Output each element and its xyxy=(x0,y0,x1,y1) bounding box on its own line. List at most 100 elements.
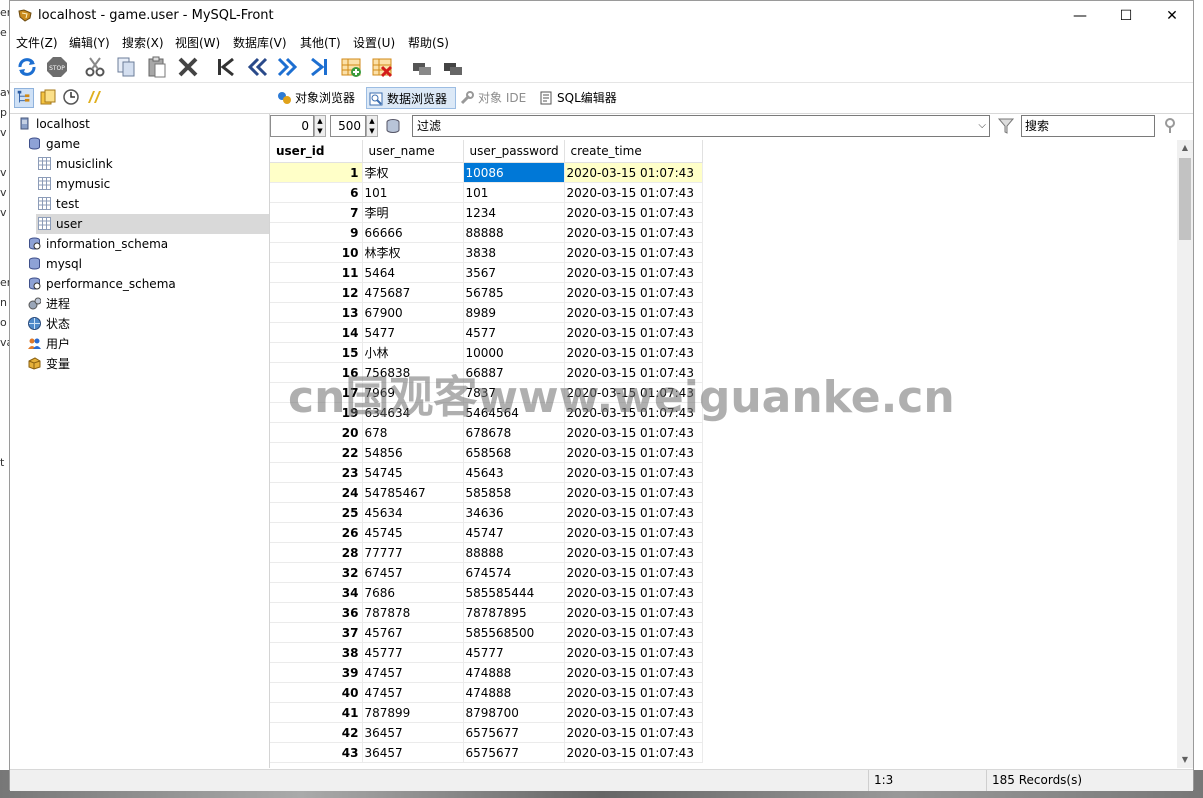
cell-user-password[interactable]: 10000 xyxy=(463,342,565,363)
limit-stepper[interactable]: ▲ ▼ xyxy=(366,115,378,137)
table-row[interactable]: 12 475687 56785 2020-03-15 01:07:43 xyxy=(270,282,703,303)
cell-create-time[interactable]: 2020-03-15 01:07:43 xyxy=(564,702,703,723)
cell-user-id[interactable]: 42 xyxy=(270,722,363,743)
table-row[interactable]: 1 李权 10086 2020-03-15 01:07:43 xyxy=(270,162,703,183)
cell-create-time[interactable]: 2020-03-15 01:07:43 xyxy=(564,322,703,343)
table-row[interactable]: 36 787878 78787895 2020-03-15 01:07:43 xyxy=(270,602,703,623)
cell-user-name[interactable]: 36457 xyxy=(362,742,464,763)
cell-create-time[interactable]: 2020-03-15 01:07:43 xyxy=(564,522,703,543)
cell-user-name[interactable]: 5464 xyxy=(362,262,464,283)
cell-create-time[interactable]: 2020-03-15 01:07:43 xyxy=(564,242,703,263)
table-row[interactable]: 39 47457 474888 2020-03-15 01:07:43 xyxy=(270,662,703,683)
filter-field[interactable]: 过滤 ⌵ xyxy=(412,115,990,137)
cell-user-password[interactable]: 585585444 xyxy=(463,582,565,603)
cell-user-name[interactable]: 101 xyxy=(362,182,464,203)
cell-user-name[interactable]: 李明 xyxy=(362,202,464,223)
cell-user-id[interactable]: 36 xyxy=(270,602,363,623)
cell-create-time[interactable]: 2020-03-15 01:07:43 xyxy=(564,462,703,483)
cell-user-password[interactable]: 585568500 xyxy=(463,622,565,643)
paste-icon[interactable] xyxy=(146,56,168,78)
cell-user-password[interactable]: 8989 xyxy=(463,302,565,323)
cell-user-name[interactable]: 45634 xyxy=(362,502,464,523)
column-header-create-time[interactable]: create_time xyxy=(564,140,703,163)
cell-user-name[interactable]: 45745 xyxy=(362,522,464,543)
cell-user-name[interactable]: 李权 xyxy=(362,162,464,183)
cell-user-password[interactable]: 474888 xyxy=(463,682,565,703)
cell-user-name[interactable]: 475687 xyxy=(362,282,464,303)
table-row[interactable]: 11 5464 3567 2020-03-15 01:07:43 xyxy=(270,262,703,283)
cell-user-name[interactable]: 小林 xyxy=(362,342,464,363)
jobs-icon[interactable] xyxy=(85,88,103,106)
table-row[interactable]: 7 李明 1234 2020-03-15 01:07:43 xyxy=(270,202,703,223)
cell-user-name[interactable]: 787899 xyxy=(362,702,464,723)
delete-icon[interactable] xyxy=(177,56,199,78)
table-row[interactable]: 10 林李权 3838 2020-03-15 01:07:43 xyxy=(270,242,703,263)
cell-create-time[interactable]: 2020-03-15 01:07:43 xyxy=(564,282,703,303)
menu-search[interactable]: 搜索(X) xyxy=(122,34,164,51)
cell-user-id[interactable]: 38 xyxy=(270,642,363,663)
cell-create-time[interactable]: 2020-03-15 01:07:43 xyxy=(564,562,703,583)
tree-item-localhost[interactable]: localhost xyxy=(16,114,90,134)
tab-object-ide[interactable]: 对象 IDE xyxy=(458,87,526,109)
tree-item-musiclink[interactable]: musiclink xyxy=(36,154,113,174)
search-input[interactable]: 搜索 xyxy=(1021,115,1155,137)
tree-item-variables[interactable]: 变量 xyxy=(26,354,70,374)
cell-user-id[interactable]: 43 xyxy=(270,742,363,763)
tree-item-users[interactable]: 用户 xyxy=(26,334,70,354)
search-icon[interactable] xyxy=(1163,117,1179,135)
cell-user-id[interactable]: 39 xyxy=(270,662,363,683)
cell-user-name[interactable]: 45767 xyxy=(362,622,464,643)
cell-user-id[interactable]: 13 xyxy=(270,302,363,323)
cell-user-password[interactable]: 3567 xyxy=(463,262,565,283)
cell-create-time[interactable]: 2020-03-15 01:07:43 xyxy=(564,202,703,223)
cell-user-id[interactable]: 40 xyxy=(270,682,363,703)
cell-user-password[interactable]: 6575677 xyxy=(463,722,565,743)
tree-item-game[interactable]: game xyxy=(26,134,80,154)
cell-create-time[interactable]: 2020-03-15 01:07:43 xyxy=(564,722,703,743)
table-row[interactable]: 34 7686 585585444 2020-03-15 01:07:43 xyxy=(270,582,703,603)
cell-user-password[interactable]: 6575677 xyxy=(463,742,565,763)
cell-user-id[interactable]: 7 xyxy=(270,202,363,223)
cell-user-password[interactable]: 3838 xyxy=(463,242,565,263)
cell-user-id[interactable]: 14 xyxy=(270,322,363,343)
menu-file[interactable]: 文件(Z) xyxy=(16,34,58,51)
cell-user-name[interactable]: 5477 xyxy=(362,322,464,343)
refresh-icon[interactable] xyxy=(16,56,38,78)
cell-user-password[interactable]: 678678 xyxy=(463,422,565,443)
cell-user-id[interactable]: 10 xyxy=(270,242,363,263)
cell-user-id[interactable]: 15 xyxy=(270,342,363,363)
cell-user-name[interactable]: 45777 xyxy=(362,642,464,663)
column-header-user-id[interactable]: ^ user_id xyxy=(270,140,363,163)
insert-record-icon[interactable] xyxy=(340,56,362,78)
cell-create-time[interactable]: 2020-03-15 01:07:43 xyxy=(564,262,703,283)
table-row[interactable]: 24 54785467 585858 2020-03-15 01:07:43 xyxy=(270,482,703,503)
filter-icon[interactable] xyxy=(997,117,1015,135)
chevron-down-icon[interactable]: ⌵ xyxy=(978,116,986,136)
cell-create-time[interactable]: 2020-03-15 01:07:43 xyxy=(564,662,703,683)
tree-item-mysql[interactable]: mysql xyxy=(26,254,82,274)
cell-user-name[interactable]: 36457 xyxy=(362,722,464,743)
scrollbar-thumb[interactable] xyxy=(1179,158,1191,240)
apply-limit-icon[interactable] xyxy=(385,118,401,134)
cell-user-password[interactable]: 674574 xyxy=(463,562,565,583)
copy-icon[interactable] xyxy=(115,56,137,78)
tree-item-processes[interactable]: 进程 xyxy=(26,294,70,314)
cell-user-password[interactable]: 474888 xyxy=(463,662,565,683)
table-row[interactable]: 26 45745 45747 2020-03-15 01:07:43 xyxy=(270,522,703,543)
menu-help[interactable]: 帮助(S) xyxy=(408,34,449,51)
cell-user-name[interactable]: 67457 xyxy=(362,562,464,583)
cell-user-id[interactable]: 37 xyxy=(270,622,363,643)
prev-page-icon[interactable] xyxy=(246,56,268,78)
cell-user-name[interactable]: 林李权 xyxy=(362,242,464,263)
cell-user-password[interactable]: 658568 xyxy=(463,442,565,463)
scroll-up-icon[interactable]: ▲ xyxy=(1177,140,1193,156)
cell-user-name[interactable]: 787878 xyxy=(362,602,464,623)
cell-user-id[interactable]: 28 xyxy=(270,542,363,563)
cell-user-password[interactable]: 585858 xyxy=(463,482,565,503)
cell-create-time[interactable]: 2020-03-15 01:07:43 xyxy=(564,342,703,363)
offset-stepper[interactable]: ▲ ▼ xyxy=(314,115,326,137)
cell-user-id[interactable]: 24 xyxy=(270,482,363,503)
cell-user-name[interactable]: 47457 xyxy=(362,682,464,703)
menu-database[interactable]: 数据库(V) xyxy=(233,34,287,51)
cell-user-id[interactable]: 11 xyxy=(270,262,363,283)
